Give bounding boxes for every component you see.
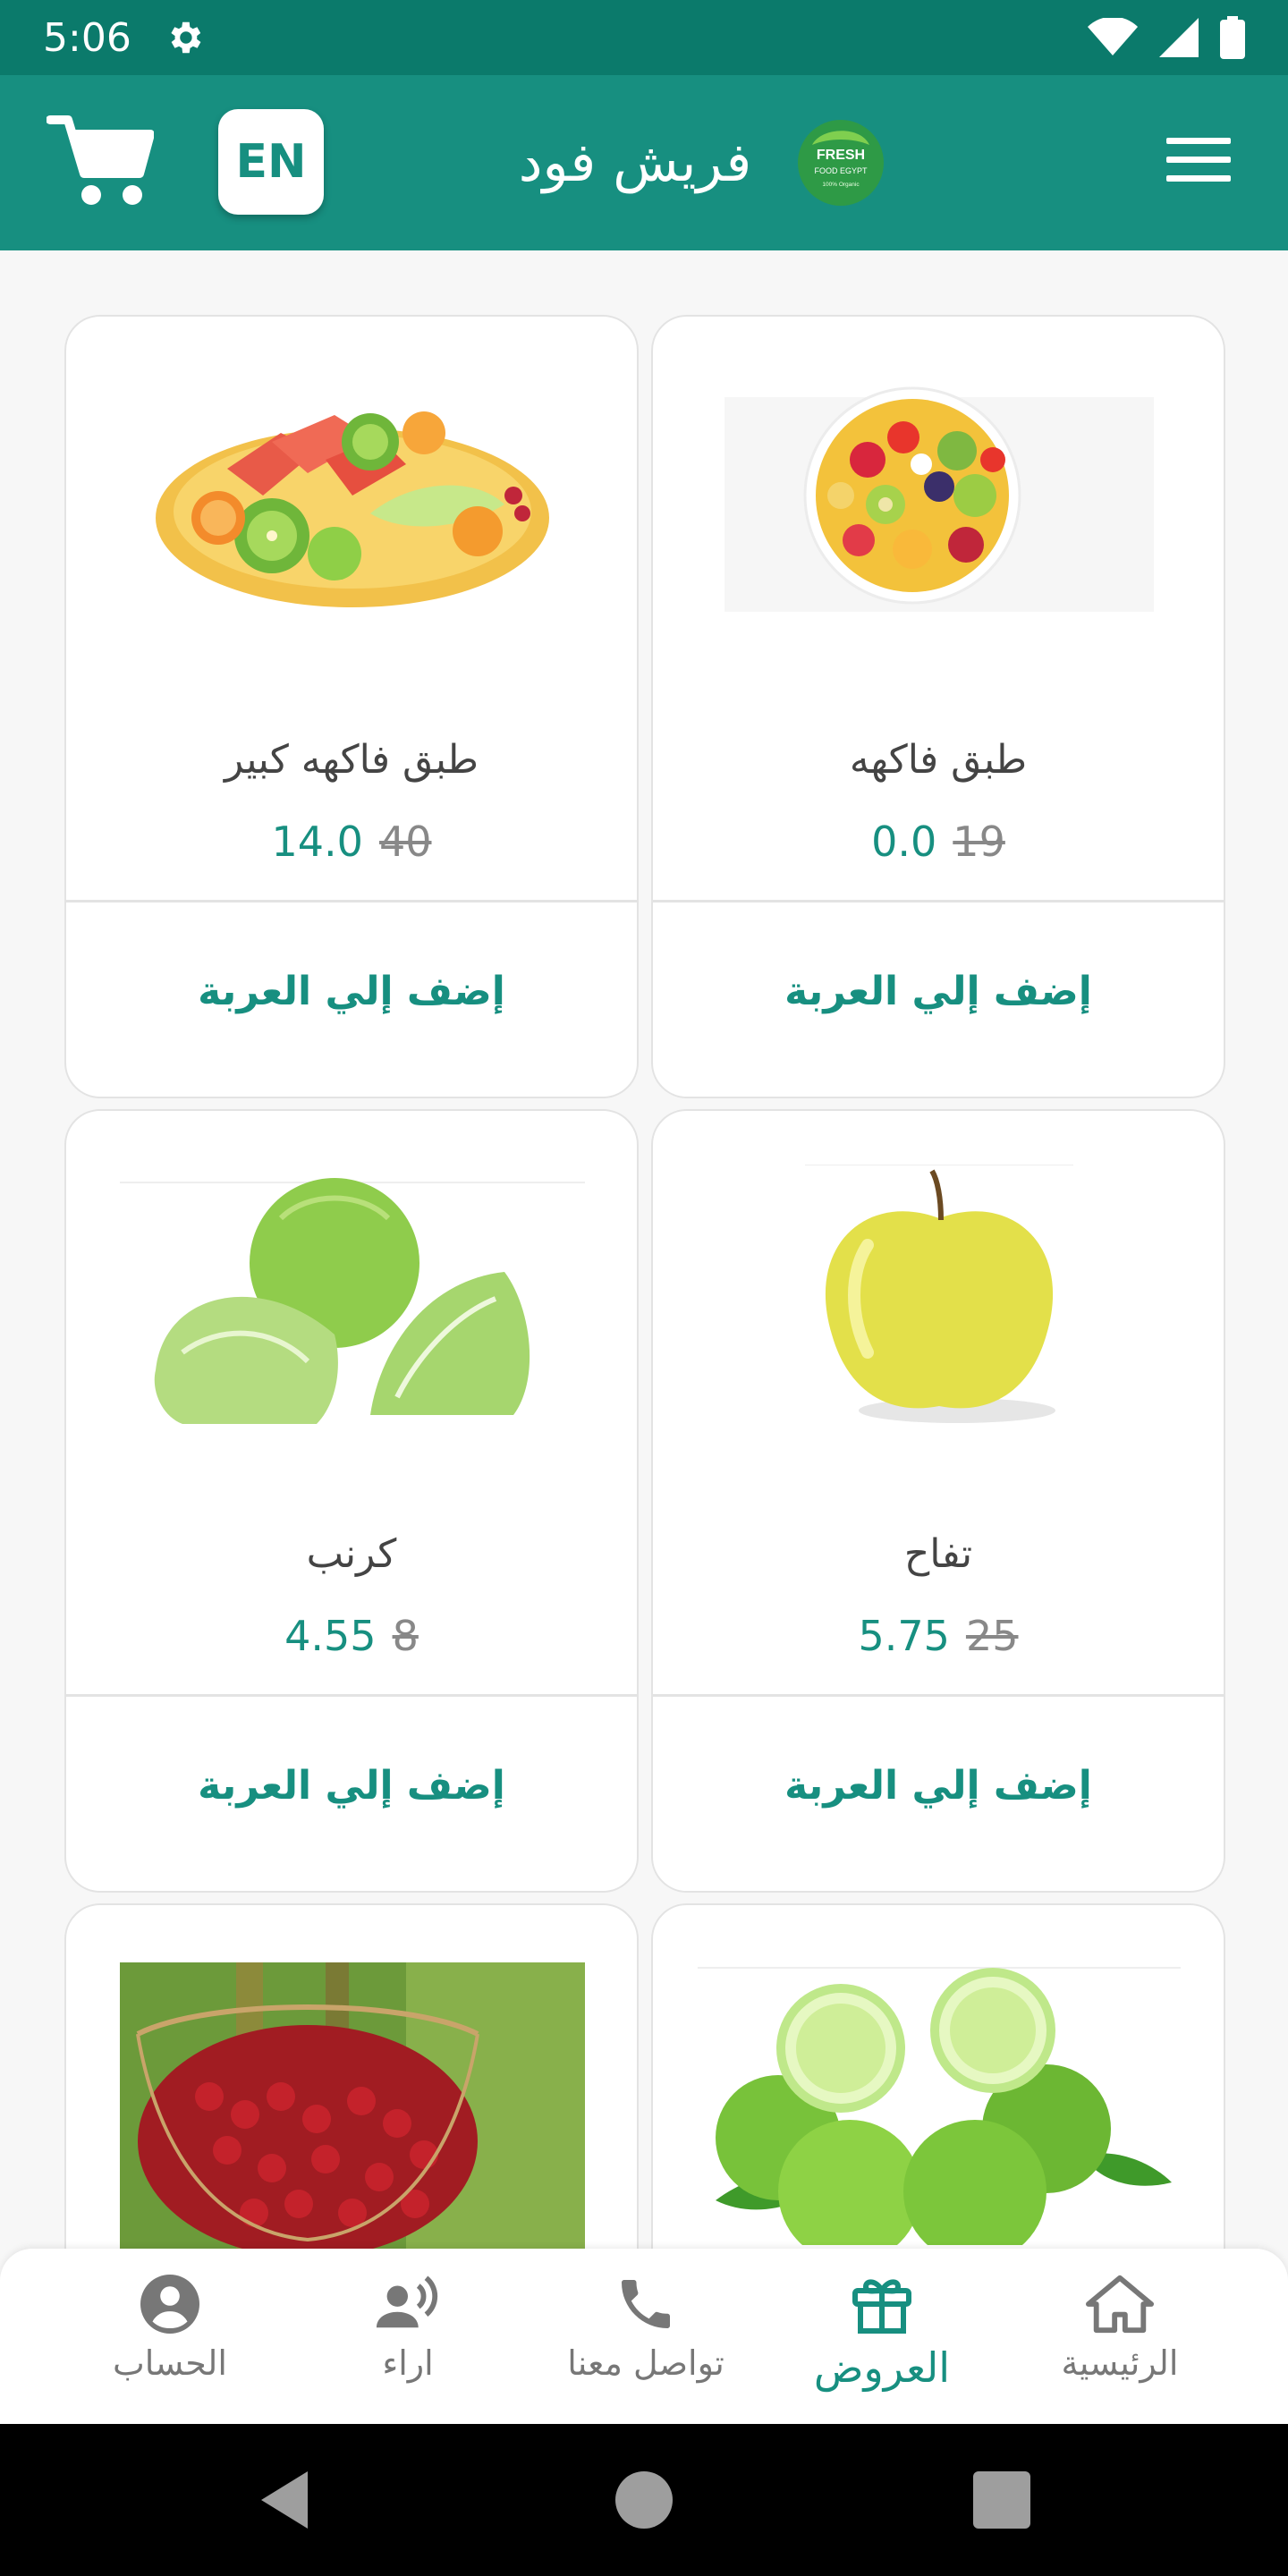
shopping-cart-icon <box>46 115 155 205</box>
bottom-navigation: الحساب اراء تواصل معنا العروض الرئيسية <box>0 2249 1288 2424</box>
nav-label: اراء <box>382 2343 434 2383</box>
nav-item-contact[interactable]: تواصل معنا <box>530 2272 762 2406</box>
product-prices: 5.75 25 <box>653 1612 1224 1660</box>
product-card[interactable] <box>651 1903 1225 2250</box>
product-price: 0.0 <box>871 818 937 866</box>
settings-gear-icon <box>171 21 201 54</box>
svg-text:100% Organic: 100% Organic <box>822 182 860 188</box>
product-old-price: 40 <box>378 818 432 866</box>
product-card[interactable]: طبق فاكهه كبير 14.0 40 إضف إلي العربة <box>64 315 639 1098</box>
cell-signal-icon <box>1159 18 1199 57</box>
product-image-cherry-basket <box>120 1962 585 2249</box>
nav-label: الرئيسية <box>1061 2343 1179 2383</box>
product-name: طبق فاكهه <box>849 737 1028 783</box>
feedback-icon <box>376 2275 438 2328</box>
app-bar: EN فريش فود FRESH FOOD EGYPT 100% Organi… <box>0 75 1288 250</box>
nav-label: تواصل معنا <box>567 2343 724 2383</box>
status-time: 5:06 <box>43 14 131 61</box>
card-divider <box>66 900 637 902</box>
phone-icon <box>622 2280 670 2328</box>
product-image-fruit-bowl <box>724 386 1154 612</box>
svg-text:FOOD EGYPT: FOOD EGYPT <box>814 166 868 175</box>
card-divider <box>653 1694 1224 1697</box>
product-price: 4.55 <box>284 1612 377 1660</box>
product-grid: طبق فاكهه كبير 14.0 40 إضف إلي العربة طبق… <box>0 250 1288 2250</box>
svg-text:FRESH: FRESH <box>817 148 865 163</box>
add-to-cart-button[interactable]: إضف إلي العربة <box>66 1737 637 1835</box>
card-divider <box>653 900 1224 902</box>
card-divider <box>66 1694 637 1697</box>
product-card[interactable] <box>64 1903 639 2250</box>
product-card[interactable]: تفاح 5.75 25 إضف إلي العربة <box>651 1109 1225 1893</box>
product-image-cabbage <box>120 1178 585 1424</box>
back-icon[interactable] <box>250 2464 322 2536</box>
product-old-price: 19 <box>953 818 1005 866</box>
menu-bar <box>1166 175 1231 182</box>
nav-item-offers[interactable]: العروض <box>766 2272 998 2406</box>
product-card[interactable]: كرنب 4.55 8 إضف إلي العربة <box>64 1109 639 1893</box>
menu-bar <box>1166 157 1231 163</box>
product-old-price: 8 <box>392 1612 419 1660</box>
account-icon <box>140 2275 199 2334</box>
add-to-cart-button[interactable]: إضف إلي العربة <box>66 943 637 1041</box>
product-prices: 14.0 40 <box>66 818 637 866</box>
nav-item-home[interactable]: الرئيسية <box>1004 2272 1236 2406</box>
cart-button[interactable] <box>46 113 155 211</box>
system-navigation-bar <box>0 2424 1288 2576</box>
status-bar: 5:06 <box>0 0 1288 75</box>
product-image-apple <box>805 1165 1073 1423</box>
home-icon <box>1086 2275 1154 2334</box>
nav-label: الحساب <box>113 2343 227 2383</box>
product-name: تفاح <box>903 1531 973 1577</box>
product-old-price: 25 <box>965 1612 1019 1660</box>
recents-icon[interactable] <box>966 2464 1038 2536</box>
menu-bar <box>1166 138 1231 144</box>
nav-item-feedback[interactable]: اراء <box>292 2272 524 2406</box>
product-image-large-fruit-platter <box>156 411 549 607</box>
product-prices: 0.0 19 <box>653 818 1224 866</box>
language-toggle-button[interactable]: EN <box>218 109 324 215</box>
add-to-cart-button[interactable]: إضف إلي العربة <box>653 1737 1224 1835</box>
menu-button[interactable] <box>1166 138 1231 191</box>
product-image-limes <box>698 1967 1181 2245</box>
add-to-cart-button[interactable]: إضف إلي العربة <box>653 943 1224 1041</box>
battery-icon <box>1220 16 1245 59</box>
product-prices: 4.55 8 <box>66 1612 637 1660</box>
nav-label: العروض <box>813 2343 951 2392</box>
wifi-icon <box>1088 18 1138 55</box>
brand-logo: FRESH FOOD EGYPT 100% Organic <box>798 120 884 206</box>
product-price: 14.0 <box>271 818 363 866</box>
nav-item-account[interactable]: الحساب <box>54 2272 286 2406</box>
home-circle-icon[interactable] <box>608 2464 680 2536</box>
app-title: فريش فود <box>518 131 752 194</box>
product-card[interactable]: طبق فاكهه 0.0 19 إضف إلي العربة <box>651 315 1225 1098</box>
gift-icon <box>852 2279 911 2334</box>
product-name: طبق فاكهه كبير <box>224 737 479 783</box>
product-name: كرنب <box>306 1531 397 1577</box>
product-price: 5.75 <box>858 1612 950 1660</box>
